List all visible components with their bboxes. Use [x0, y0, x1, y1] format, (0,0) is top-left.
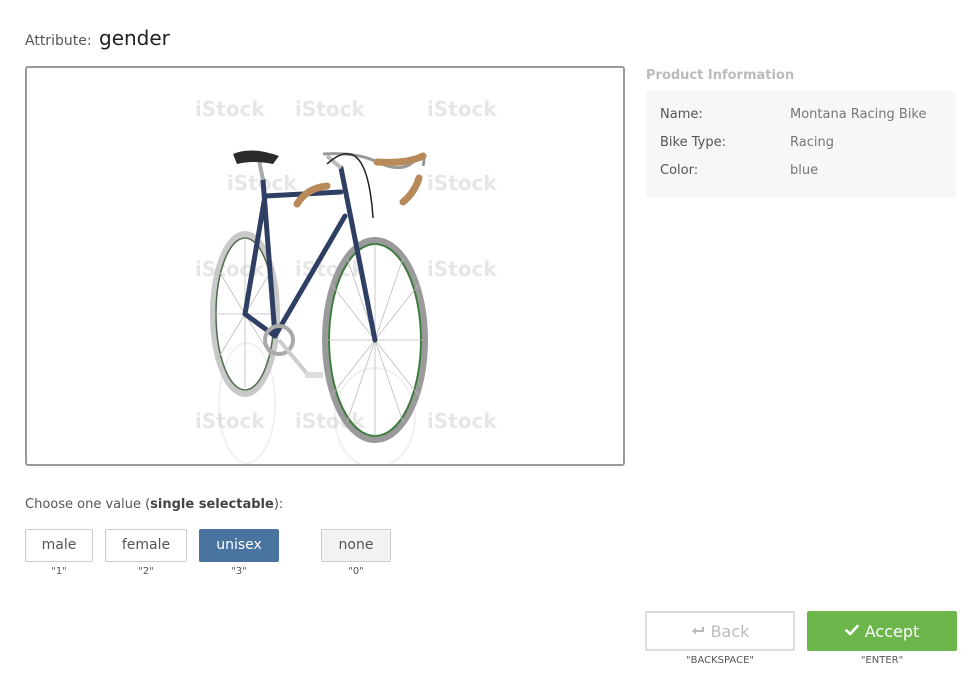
- option-male-hotkey: "1": [51, 566, 67, 577]
- info-value: Racing: [790, 135, 834, 150]
- option-female-button[interactable]: female: [105, 529, 187, 562]
- accept-button[interactable]: Accept: [807, 611, 957, 651]
- option-unisex-hotkey: "3": [231, 566, 247, 577]
- choose-prefix: Choose one value (: [25, 497, 151, 512]
- svg-text:iStock: iStock: [427, 171, 497, 195]
- accept-hotkey: "ENTER": [860, 655, 904, 666]
- option-none-button[interactable]: none: [321, 529, 391, 562]
- attribute-prefix: Attribute:: [25, 33, 92, 49]
- option-unisex-button[interactable]: unisex: [199, 529, 279, 562]
- info-row-bike-type: Bike Type: Racing: [660, 135, 946, 155]
- info-key: Bike Type:: [660, 135, 726, 150]
- attribute-header: Attribute: gender: [25, 26, 170, 50]
- product-info-title: Product Information: [646, 68, 795, 83]
- product-image: iStock iStock iStock iStock iStock iStoc…: [25, 66, 625, 466]
- back-label: Back: [710, 622, 750, 641]
- product-info-panel: Name: Montana Racing Bike Bike Type: Rac…: [646, 91, 956, 198]
- svg-text:iStock: iStock: [427, 97, 497, 121]
- svg-text:iStock: iStock: [427, 409, 497, 433]
- option-female-hotkey: "2": [138, 566, 154, 577]
- bicycle-photo: iStock iStock iStock iStock iStock iStoc…: [195, 97, 497, 464]
- choose-suffix: ):: [273, 497, 284, 512]
- accept-label: Accept: [864, 622, 920, 641]
- return-arrow-icon: [691, 612, 705, 650]
- back-hotkey: "BACKSPACE": [686, 655, 754, 666]
- info-key: Color:: [660, 163, 699, 178]
- info-row-name: Name: Montana Racing Bike: [660, 107, 946, 127]
- info-row-color: Color: blue: [660, 163, 946, 183]
- svg-text:iStock: iStock: [195, 409, 265, 433]
- checkmark-icon: [844, 612, 859, 650]
- attribute-name: gender: [99, 26, 170, 50]
- svg-text:iStock: iStock: [295, 97, 365, 121]
- back-button[interactable]: Back: [645, 611, 795, 651]
- svg-text:iStock: iStock: [427, 257, 497, 281]
- svg-text:iStock: iStock: [295, 257, 365, 281]
- choose-label: Choose one value (single selectable):: [25, 497, 283, 512]
- info-value: Montana Racing Bike: [790, 107, 927, 122]
- info-key: Name:: [660, 107, 703, 122]
- option-none-hotkey: "0": [348, 566, 364, 577]
- svg-text:iStock: iStock: [195, 97, 265, 121]
- option-male-button[interactable]: male: [25, 529, 93, 562]
- info-value: blue: [790, 163, 819, 178]
- choose-emphasis: single selectable: [150, 497, 274, 512]
